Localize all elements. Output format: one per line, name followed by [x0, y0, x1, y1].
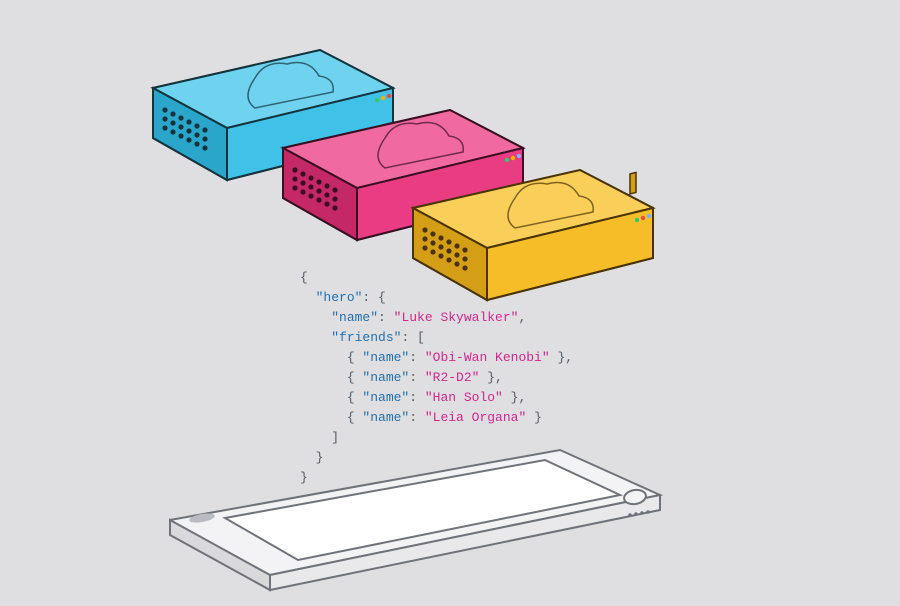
client-phone-icon [130, 440, 690, 606]
diagram-stage: { "hero": { "name": "Luke Skywalker", "f… [0, 0, 900, 606]
